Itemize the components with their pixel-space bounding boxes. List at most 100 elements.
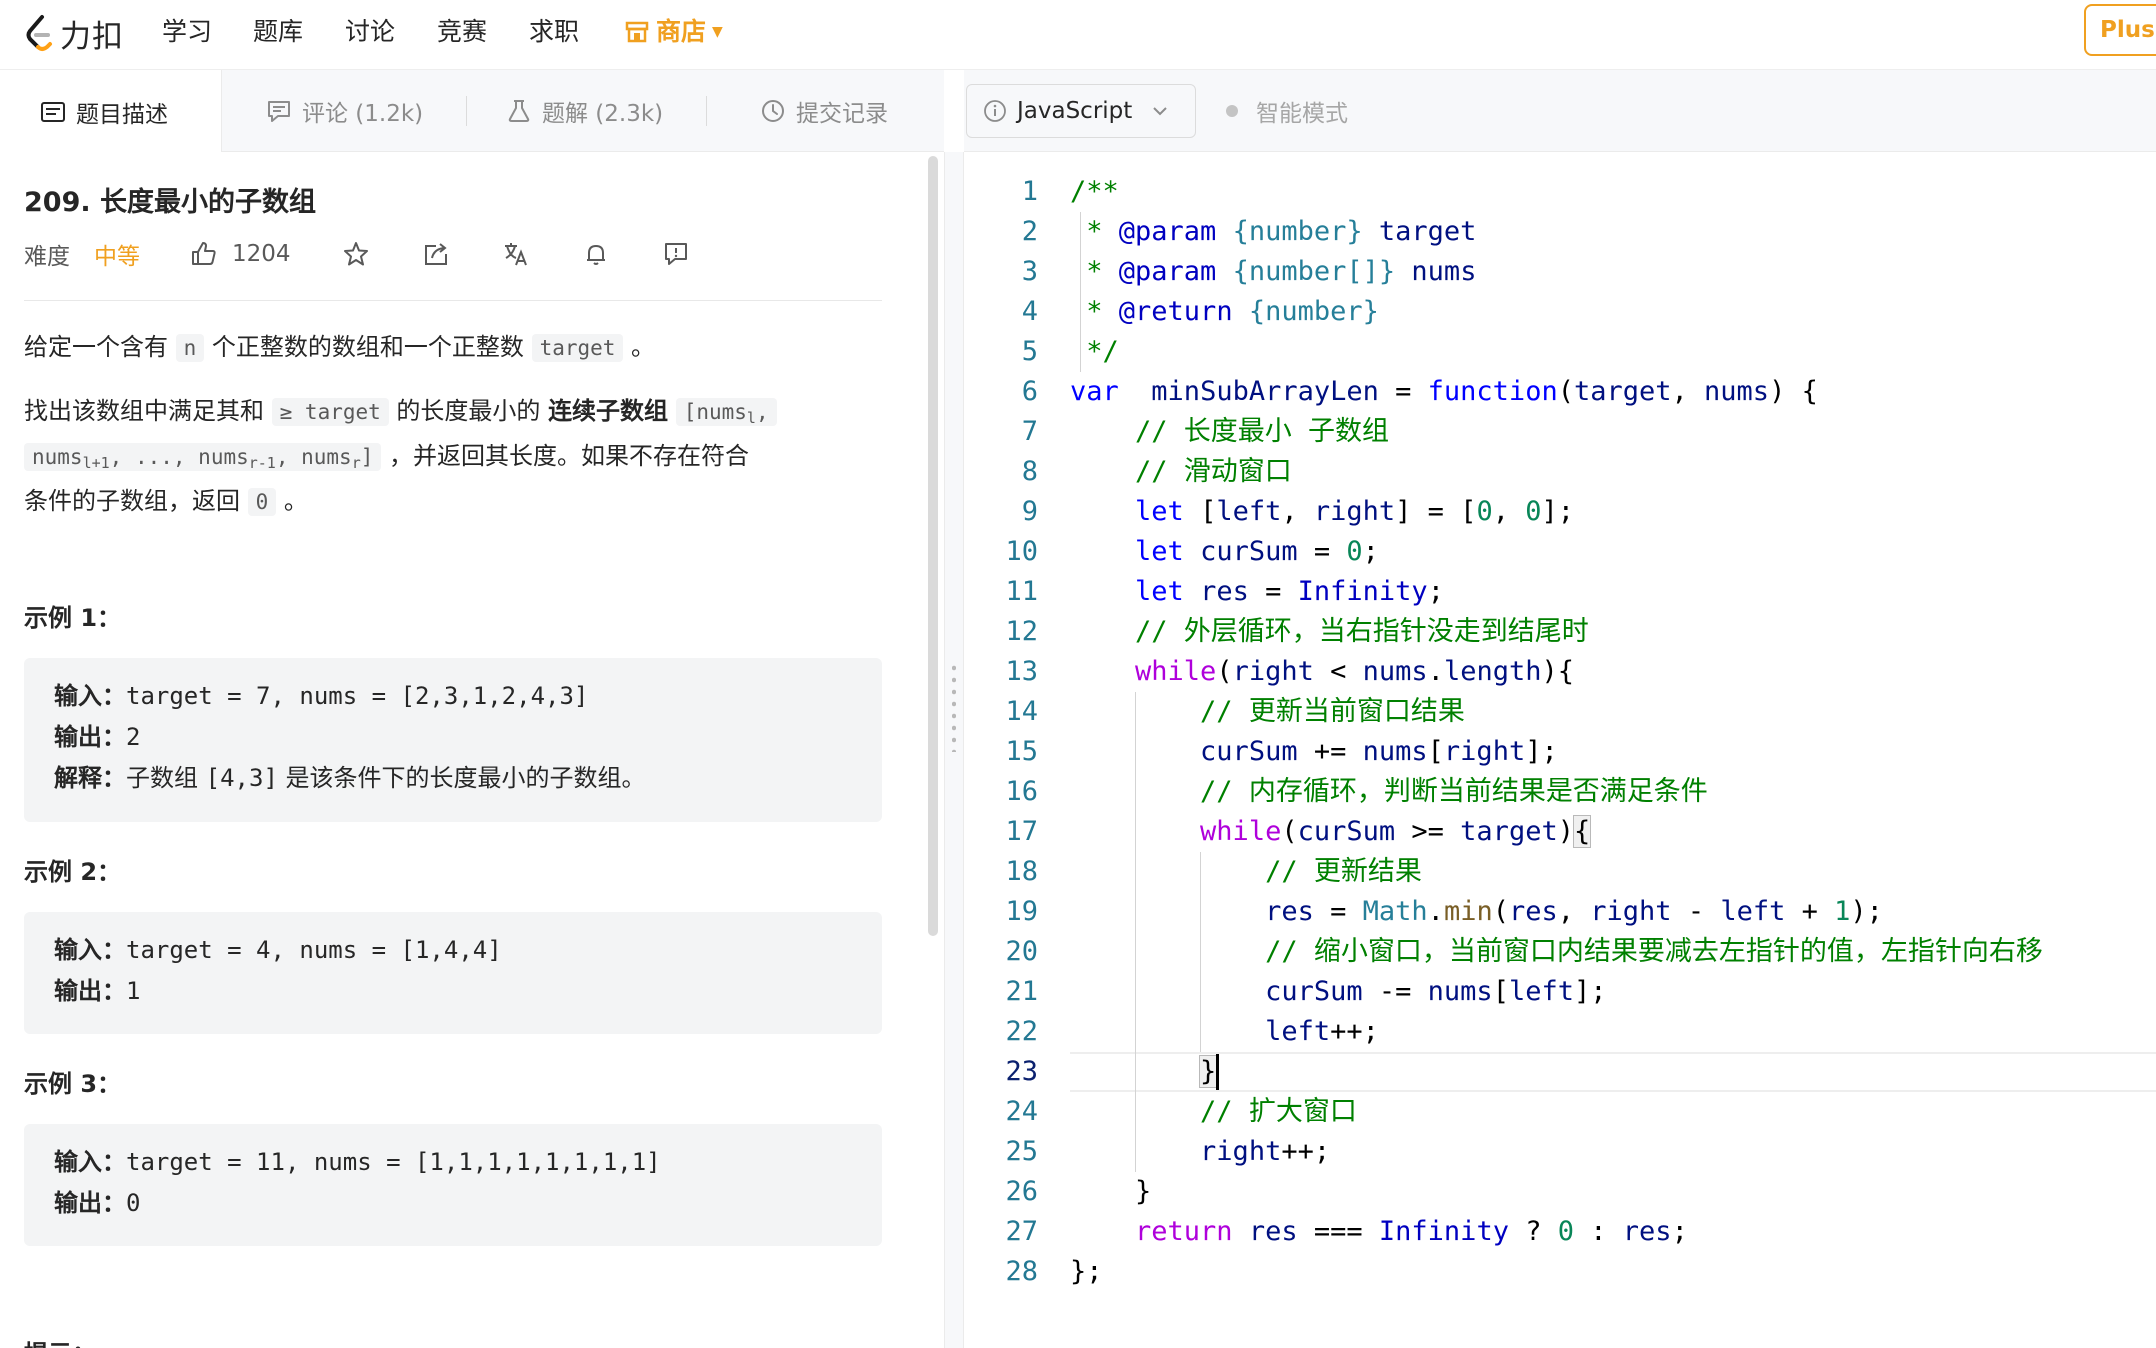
code-line[interactable]: 6 var minSubArrayLen = function(target, n… bbox=[964, 372, 2156, 412]
meta-divider bbox=[24, 300, 882, 301]
code-token: left bbox=[1720, 896, 1786, 927]
code-line[interactable]: 26 } bbox=[964, 1172, 2156, 1212]
code-text: // 缩小窗口，当前窗口内结果要减去左指针的值，左指针向右移 bbox=[1070, 932, 2043, 972]
feedback-button[interactable] bbox=[662, 236, 690, 272]
code-token: ( bbox=[1216, 656, 1233, 687]
code-text: * @param {number[]} nums bbox=[1070, 252, 1476, 292]
code-token: . bbox=[1427, 656, 1444, 687]
share-button[interactable] bbox=[422, 236, 450, 272]
code-line[interactable]: 23 } bbox=[964, 1052, 2156, 1092]
code-line[interactable]: 3 * @param {number[]} nums bbox=[964, 252, 2156, 292]
tab-description[interactable]: 题目描述 bbox=[0, 70, 222, 153]
code-line[interactable]: 20 // 缩小窗口，当前窗口内结果要减去左指针的值，左指针向右移 bbox=[964, 932, 2156, 972]
code-token: right bbox=[1313, 496, 1396, 527]
like-button[interactable]: 1204 bbox=[190, 236, 291, 272]
code-text: let res = Infinity; bbox=[1070, 572, 1444, 612]
nav-problemset[interactable]: 题库 bbox=[253, 12, 303, 52]
nav-discuss[interactable]: 讨论 bbox=[345, 12, 395, 52]
line-number: 23 bbox=[1005, 1056, 1038, 1087]
code-line[interactable]: 21 curSum -= nums[left]; bbox=[964, 972, 2156, 1012]
subscript: r bbox=[351, 454, 361, 472]
code-line[interactable]: 16 // 内存循环，判断当前结果是否满足条件 bbox=[964, 772, 2156, 812]
nav-learn[interactable]: 学习 bbox=[162, 12, 212, 52]
code-line[interactable]: 14 // 更新当前窗口结果 bbox=[964, 692, 2156, 732]
code-text: ] bbox=[360, 445, 374, 469]
code-editor[interactable]: 1/** 2 * @param {number} target 3 * @param… bbox=[964, 152, 2156, 1348]
nav-contest[interactable]: 竞赛 bbox=[437, 12, 487, 52]
subscribe-button[interactable] bbox=[582, 236, 610, 272]
code-text: } bbox=[1070, 1172, 1151, 1212]
code-area[interactable]: 1/** 2 * @param {number} target 3 * @param… bbox=[964, 152, 2156, 1348]
code-text: // 更新当前窗口结果 bbox=[1070, 692, 1465, 732]
code-line[interactable]: 9 let [left, right] = [0, 0]; bbox=[964, 492, 2156, 532]
code-line[interactable]: 27 return res === Infinity ? 0 : res; bbox=[964, 1212, 2156, 1252]
code-line[interactable]: 4 * @return {number} bbox=[964, 292, 2156, 332]
code-line[interactable]: 19 res = Math.min(res, right - left + 1)… bbox=[964, 892, 2156, 932]
code-line[interactable]: 28}; bbox=[964, 1252, 2156, 1292]
code-line[interactable]: 25 right++; bbox=[964, 1132, 2156, 1172]
code-token: [ bbox=[1427, 736, 1444, 767]
code-line[interactable]: 17 while(curSum >= target){ bbox=[964, 812, 2156, 852]
code-token: let bbox=[1135, 576, 1184, 607]
nav-store[interactable]: 商店 ▼ bbox=[624, 12, 723, 52]
code-token: /** bbox=[1070, 176, 1119, 207]
leetcode-logo[interactable]: 力扣 bbox=[22, 8, 124, 58]
smart-mode-toggle[interactable]: 智能模式 bbox=[1226, 84, 1348, 138]
code-line[interactable]: 22 left++; bbox=[964, 1012, 2156, 1052]
code-token: {number} bbox=[1248, 296, 1379, 327]
code-token: ) bbox=[1557, 816, 1574, 847]
info-icon bbox=[984, 100, 1006, 122]
code-line[interactable]: 10 let curSum = 0; bbox=[964, 532, 2156, 572]
example-1-heading: 示例 1： bbox=[24, 604, 122, 632]
code-line[interactable]: 2 * @param {number} target bbox=[964, 212, 2156, 252]
plus-member-button[interactable]: Plus 会 bbox=[2084, 4, 2156, 56]
code-line[interactable]: 1 /** bbox=[964, 172, 2156, 212]
code-token: ) { bbox=[1769, 376, 1818, 407]
problem-tabs: 题目描述 评论 (1.2k) 题解 (2.3k) 提交记录 bbox=[0, 70, 944, 153]
code-line[interactable]: 13 while(right < nums.length){ bbox=[964, 652, 2156, 692]
tab-comments[interactable]: 评论 (1.2k) bbox=[266, 70, 423, 152]
code-token: = bbox=[1248, 576, 1298, 607]
leetcode-logo-icon bbox=[26, 15, 52, 51]
code-token: curSum bbox=[1265, 976, 1363, 1007]
code-line[interactable]: 24 // 扩大窗口 bbox=[964, 1092, 2156, 1132]
code-line[interactable]: 7 // 长度最小 子数组 bbox=[964, 412, 2156, 452]
code-line[interactable]: 12 // 外层循环，当右指针没走到结尾时 bbox=[964, 612, 2156, 652]
code-token: ; bbox=[1671, 1216, 1688, 1247]
code-token: } bbox=[1199, 1055, 1218, 1088]
code-token: ]; bbox=[1541, 496, 1574, 527]
tab-separator bbox=[706, 96, 707, 126]
favorite-button[interactable] bbox=[342, 236, 370, 272]
nav-jobs[interactable]: 求职 bbox=[529, 12, 579, 52]
code-text: // 更新结果 bbox=[1070, 852, 1422, 892]
code-token: var bbox=[1070, 376, 1119, 407]
translate-button[interactable] bbox=[502, 236, 530, 272]
code-line[interactable]: 5 */ bbox=[964, 332, 2156, 372]
code-token: // 缩小窗口，当前窗口内结果要减去左指针的值，左指针向右移 bbox=[1265, 936, 2043, 967]
description-scrollbar[interactable] bbox=[928, 156, 938, 936]
language-select[interactable]: JavaScript bbox=[966, 84, 1196, 138]
text-cursor bbox=[1216, 1054, 1220, 1090]
code-token: = bbox=[1378, 376, 1428, 407]
code-line[interactable]: 8 // 滑动窗口 bbox=[964, 452, 2156, 492]
tab-submissions[interactable]: 提交记录 bbox=[760, 70, 888, 152]
code-token: ( bbox=[1281, 816, 1298, 847]
tab-solutions[interactable]: 题解 (2.3k) bbox=[506, 70, 663, 152]
code-text: * @return {number} bbox=[1070, 292, 1379, 332]
code-line[interactable]: 15 curSum += nums[right]; bbox=[964, 732, 2156, 772]
code-line[interactable]: 11 let res = Infinity; bbox=[964, 572, 2156, 612]
code-token: let bbox=[1135, 496, 1184, 527]
code-text: , bbox=[755, 400, 769, 424]
description-paragraph-2: 找出该数组中满足其和 ≥ target 的长度最小的 连续子数组 [numsl,… bbox=[24, 392, 894, 521]
panel-resize-handle[interactable] bbox=[944, 152, 964, 1348]
code-line[interactable]: 18 // 更新结果 bbox=[964, 852, 2156, 892]
